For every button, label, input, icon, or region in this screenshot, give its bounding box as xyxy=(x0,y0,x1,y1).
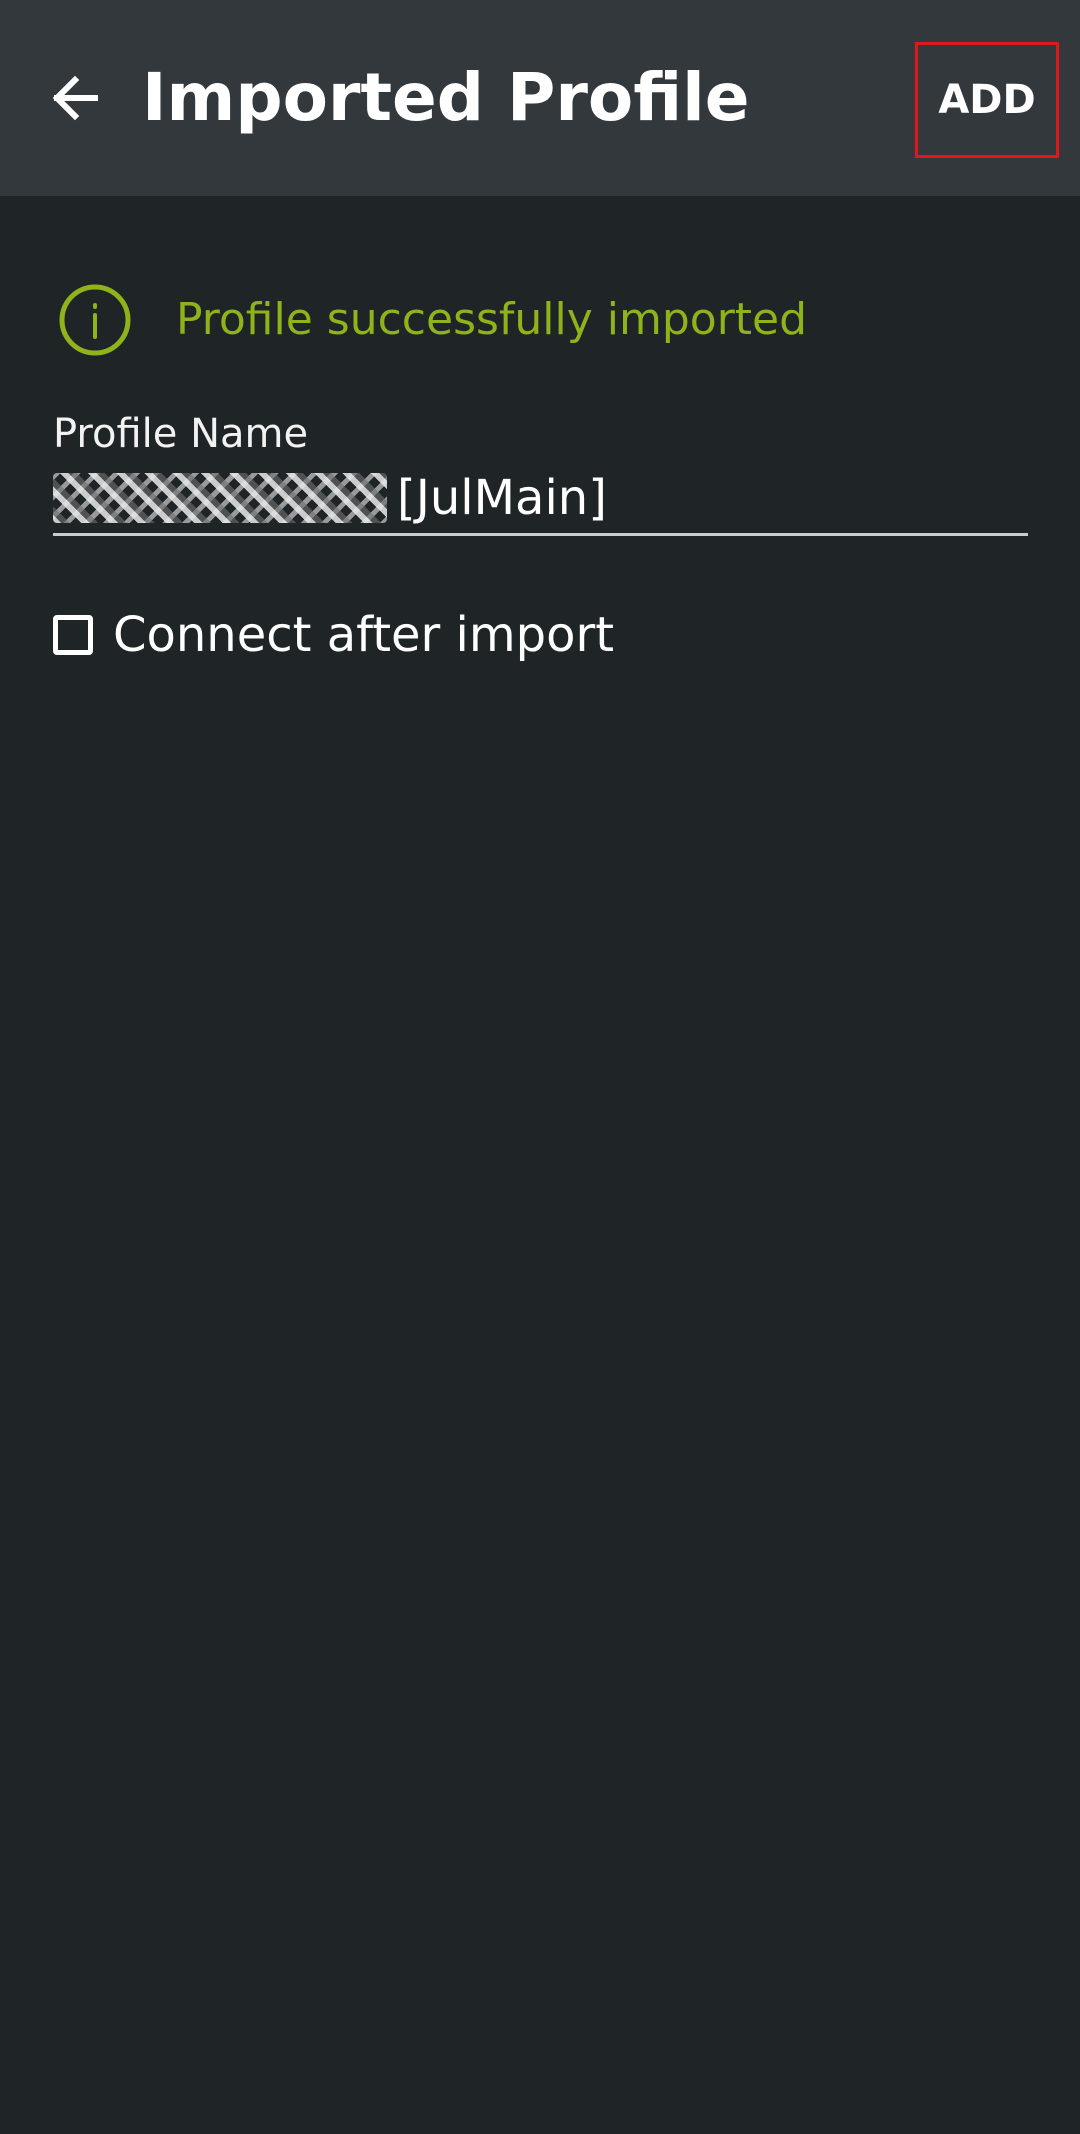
profile-name-field[interactable]: [JulMain] xyxy=(53,462,1028,536)
app-bar: Imported Profile ADD xyxy=(0,0,1080,196)
arrow-left-icon xyxy=(52,75,98,121)
connect-after-import-checkbox[interactable]: Connect after import xyxy=(53,600,614,670)
import-success-message: Profile successfully imported xyxy=(176,294,808,345)
info-circle-icon xyxy=(59,284,131,356)
profile-name-label: Profile Name xyxy=(53,411,309,457)
checkbox-unchecked-icon[interactable] xyxy=(53,615,93,655)
page-title: Imported Profile xyxy=(142,59,750,136)
profile-name-value: [JulMain] xyxy=(397,469,607,526)
connect-after-import-label: Connect after import xyxy=(113,607,615,663)
add-button[interactable]: ADD xyxy=(915,42,1059,158)
back-button[interactable] xyxy=(30,50,120,146)
redacted-text xyxy=(53,472,387,523)
